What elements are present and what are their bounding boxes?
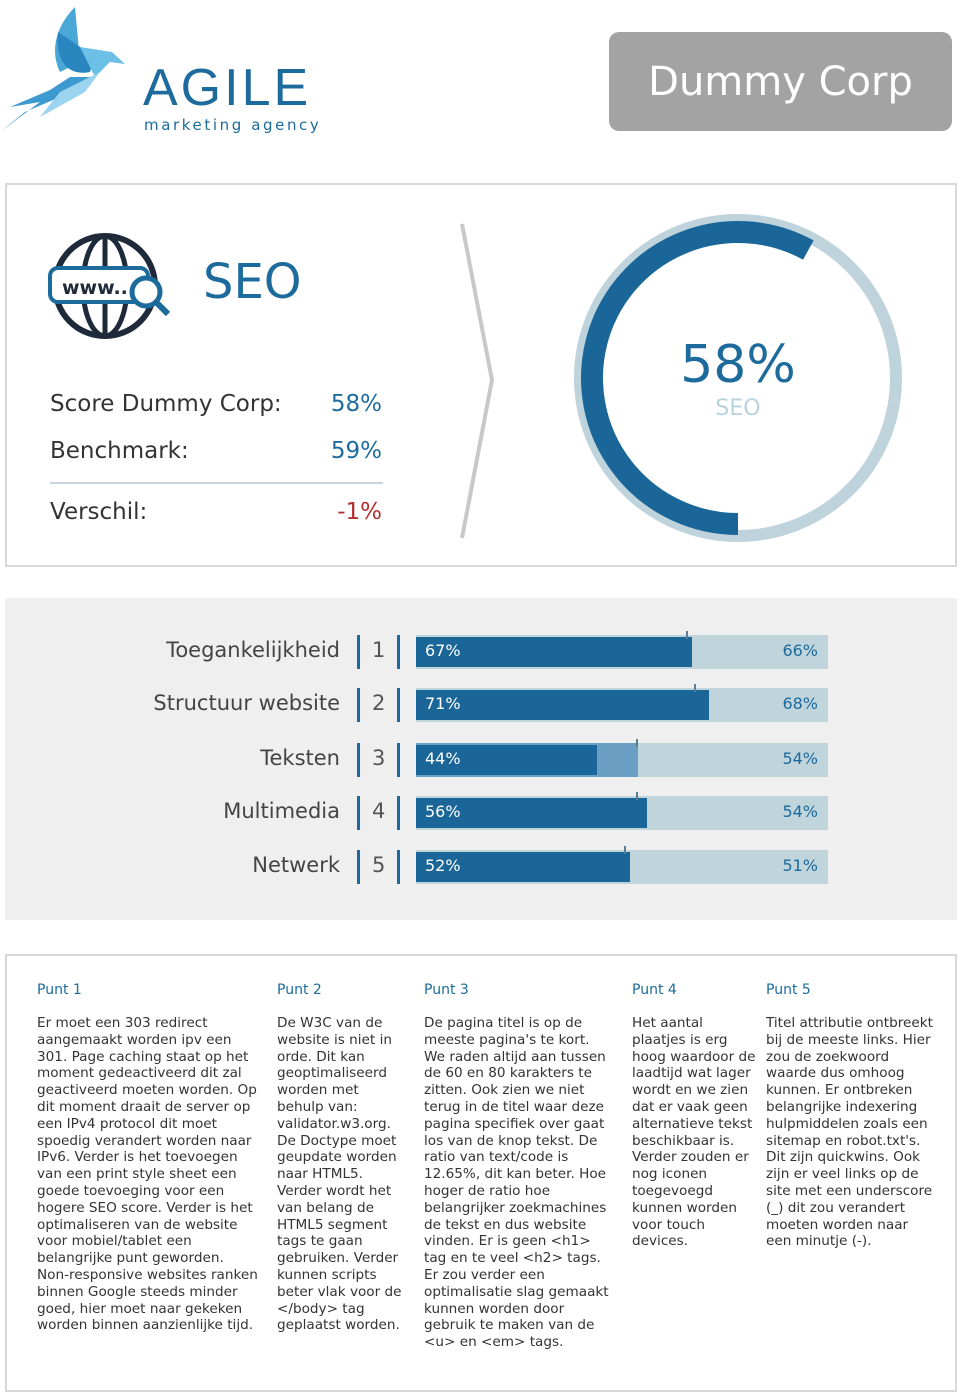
category-label: Netwerk (252, 853, 340, 877)
benchmark-value: 51% (782, 856, 818, 875)
bird-logo-icon (0, 7, 125, 132)
category-index: 5 (372, 853, 386, 877)
point-text: De pagina titel is op de meeste pagina's… (424, 1015, 609, 1351)
divider (50, 482, 383, 484)
benchmark-marker (624, 846, 627, 854)
separator (357, 688, 360, 722)
chevron-divider (460, 223, 495, 539)
category-bar: 52% 51% (416, 846, 828, 884)
score-value: 56% (425, 802, 461, 821)
donut-label: SEO (715, 396, 761, 421)
category-label: Toegankelijkheid (166, 638, 340, 662)
benchmark-marker (685, 631, 688, 639)
point-title: Punt 2 (277, 982, 322, 998)
score-value: 67% (425, 641, 461, 660)
difference-label: Verschil: (50, 499, 148, 525)
benchmark-value: 68% (782, 694, 818, 713)
separator (397, 743, 400, 777)
score-value: 44% (425, 749, 461, 768)
category-index: 2 (372, 691, 386, 715)
benchmark-value: 54% (782, 749, 818, 768)
separator (397, 688, 400, 722)
separator (357, 850, 360, 884)
benchmark-value: 66% (782, 641, 818, 660)
separator (357, 796, 360, 830)
point-text: Het aantal plaatjes is erg hoog waardoor… (632, 1015, 756, 1250)
category-bar: 56% 54% (416, 792, 828, 830)
donut-value: 58% (680, 335, 796, 395)
score-label: Score Dummy Corp: (50, 391, 282, 417)
category-index: 3 (372, 746, 386, 770)
category-bar: 44% 54% (416, 739, 828, 777)
score-value: 71% (425, 694, 461, 713)
separator (397, 635, 400, 669)
point-text: Er moet een 303 redirect aangemaakt word… (37, 1015, 258, 1334)
category-label: Teksten (260, 746, 340, 770)
benchmark-marker (636, 792, 639, 800)
svg-text:www..: www.. (62, 277, 128, 299)
client-name-banner: Dummy Corp (609, 32, 952, 131)
point-title: Punt 1 (37, 982, 82, 998)
category-index: 4 (372, 799, 386, 823)
category-label: Structuur website (153, 691, 340, 715)
benchmark-value: 54% (782, 802, 818, 821)
point-title: Punt 3 (424, 982, 469, 998)
separator (397, 850, 400, 884)
separator (357, 635, 360, 669)
seo-title: SEO (203, 254, 302, 310)
benchmark-value: 59% (330, 438, 382, 464)
benchmark-marker (694, 684, 697, 692)
separator (397, 796, 400, 830)
score-value: 52% (425, 856, 461, 875)
logo-title: AGILE (143, 59, 312, 117)
benchmark-label: Benchmark: (50, 438, 189, 464)
category-label: Multimedia (223, 799, 340, 823)
benchmark-marker (636, 739, 639, 747)
difference-value: -1% (337, 499, 382, 525)
point-text: Titel attributie ontbreekt bij de meeste… (766, 1015, 933, 1250)
score-value: 58% (330, 391, 382, 417)
separator (357, 743, 360, 777)
category-bar: 67% 66% (416, 631, 828, 669)
category-bar: 71% 68% (416, 684, 828, 722)
category-index: 1 (372, 638, 386, 662)
point-text: De W3C van de website is niet in orde. D… (277, 1015, 402, 1334)
point-title: Punt 4 (632, 982, 677, 998)
point-title: Punt 5 (766, 982, 811, 998)
logo-subtitle: marketing agency (144, 116, 322, 134)
www-globe-search-icon: www.. (48, 233, 171, 339)
